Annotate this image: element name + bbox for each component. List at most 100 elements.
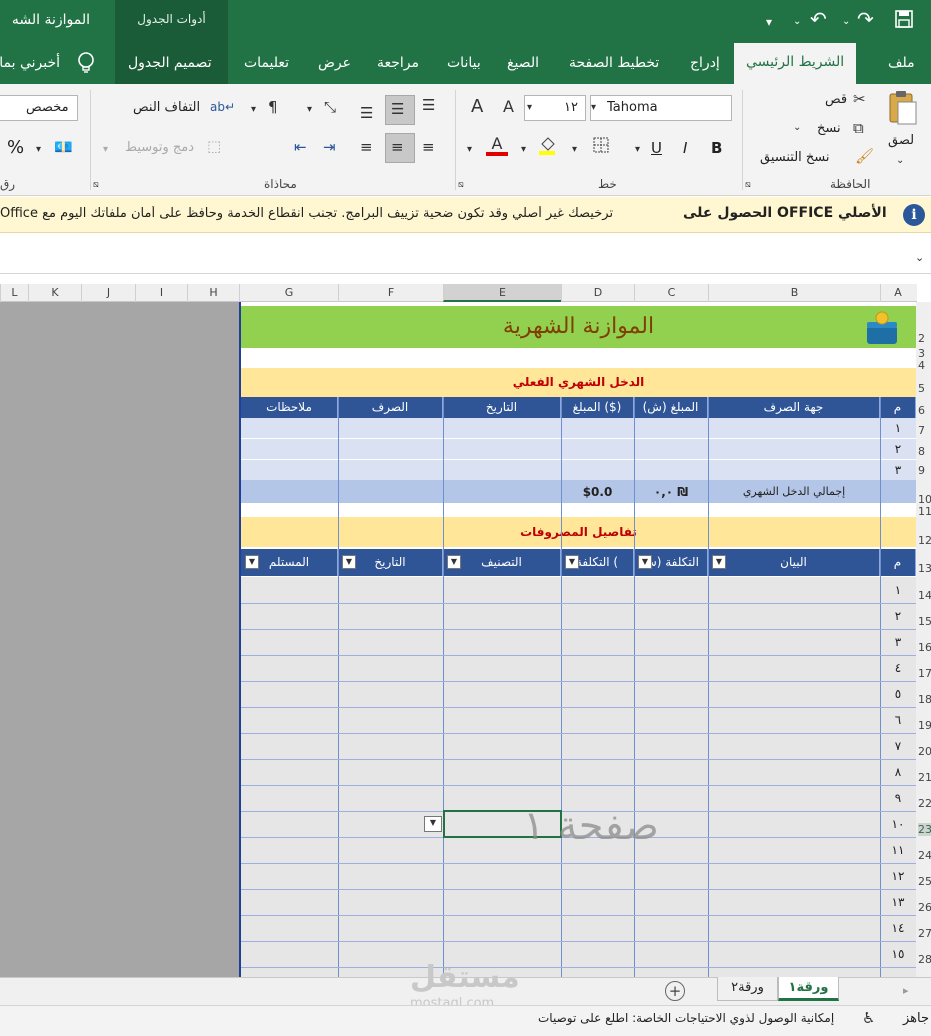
increase-font-icon[interactable]: A xyxy=(471,98,483,116)
copy-icon[interactable]: ⧉ xyxy=(853,119,864,137)
filter-dropdown-icon[interactable]: ▼ xyxy=(638,555,652,569)
borders-dropdown-icon[interactable]: ▾ xyxy=(572,141,577,159)
row-header[interactable]: 20 xyxy=(918,745,931,758)
cut-button[interactable]: قص xyxy=(825,92,847,107)
row-header[interactable]: 24 xyxy=(918,849,931,862)
cell-dropdown-icon[interactable]: ▼ xyxy=(424,816,442,832)
row-header[interactable]: 14 xyxy=(918,589,931,602)
redo-icon[interactable]: ↷ xyxy=(857,9,874,29)
filter-dropdown-icon[interactable]: ▼ xyxy=(565,555,579,569)
accounting-format-icon[interactable]: 💶 xyxy=(54,138,73,156)
filter-dropdown-icon[interactable]: ▼ xyxy=(447,555,461,569)
formula-bar[interactable] xyxy=(0,234,931,274)
col-header-d[interactable]: D xyxy=(561,284,634,302)
col-header-l[interactable]: L xyxy=(0,284,28,302)
col-header-i[interactable]: I xyxy=(135,284,187,302)
row-header[interactable]: 15 xyxy=(918,615,931,628)
font-name-dropdown-icon[interactable]: ▾ xyxy=(591,99,596,117)
filter-dropdown-icon[interactable]: ▼ xyxy=(342,555,356,569)
tab-insert[interactable]: إدراج xyxy=(684,50,726,76)
row-header[interactable]: 22 xyxy=(918,797,931,810)
tab-review[interactable]: مراجعة xyxy=(371,50,425,76)
top-align-icon[interactable]: ☰ xyxy=(422,96,435,114)
income-row[interactable] xyxy=(241,418,916,438)
sheet-tab[interactable]: ورقة٢ xyxy=(717,977,778,1001)
bold-button[interactable]: B xyxy=(711,139,722,157)
clipboard-launcher-icon[interactable]: ⧅ xyxy=(745,176,751,194)
row-header[interactable]: 26 xyxy=(918,901,931,914)
row-header[interactable]: 8 xyxy=(918,445,925,458)
borders-icon[interactable] xyxy=(593,137,609,157)
row-header[interactable]: 13 xyxy=(918,562,931,575)
worksheet-grid[interactable]: الموازنة الشهرية الدخل الشهري الفعلي م ج… xyxy=(239,302,916,977)
save-icon[interactable] xyxy=(895,10,913,33)
accessibility-icon[interactable]: ♿ xyxy=(862,1009,875,1027)
copy-button[interactable]: نسخ xyxy=(817,121,841,136)
tab-page-layout[interactable]: تخطيط الصفحة xyxy=(563,50,665,76)
font-size-dropdown-icon[interactable]: ▾ xyxy=(527,99,532,117)
font-launcher-icon[interactable]: ⧅ xyxy=(458,176,464,194)
scissors-icon[interactable]: ✂ xyxy=(853,90,866,108)
format-painter-icon[interactable]: 🖌 xyxy=(855,147,874,165)
bottom-align-icon[interactable]: ☰ xyxy=(360,104,373,122)
filter-dropdown-icon[interactable]: ▼ xyxy=(712,555,726,569)
tab-data[interactable]: بيانات xyxy=(441,50,487,76)
row-header-selected[interactable]: 23 xyxy=(918,823,931,836)
font-color-dropdown-icon[interactable]: ▾ xyxy=(467,141,472,159)
row-header[interactable]: 28 xyxy=(918,953,931,966)
row-header[interactable]: 7 xyxy=(918,424,925,437)
tab-table-design[interactable]: تصميم الجدول xyxy=(122,50,218,76)
alignment-launcher-icon[interactable]: ⧅ xyxy=(93,176,99,194)
tab-view[interactable]: عرض xyxy=(312,50,357,76)
scroll-tabs-right-icon[interactable]: ▸ xyxy=(903,982,909,1000)
row-header[interactable]: 21 xyxy=(918,771,931,784)
tell-me-search[interactable]: أخبرني بما xyxy=(0,50,66,76)
customize-icon[interactable]: ▾ xyxy=(766,12,772,32)
align-left-icon[interactable]: ≡ xyxy=(360,138,373,156)
direction-dropdown-icon[interactable]: ▾ xyxy=(251,101,256,119)
undo-dropdown-icon[interactable]: ⌄ xyxy=(793,12,801,32)
orientation-dropdown-icon[interactable]: ▾ xyxy=(307,101,312,119)
col-header-a[interactable]: A xyxy=(880,284,915,302)
tab-help[interactable]: تعليمات xyxy=(238,50,295,76)
increase-indent-icon[interactable]: ⇥ xyxy=(323,138,336,156)
tab-home[interactable]: الشريط الرئيسي xyxy=(734,43,857,84)
col-header-b[interactable]: B xyxy=(708,284,880,302)
tab-file[interactable]: ملف xyxy=(882,50,921,76)
paste-icon[interactable] xyxy=(886,90,918,132)
expand-formula-icon[interactable]: ⌄ xyxy=(915,249,924,267)
tab-formulas[interactable]: الصيغ xyxy=(501,50,545,76)
copy-dropdown-icon[interactable]: ⌄ xyxy=(793,119,801,137)
percent-button[interactable]: % xyxy=(7,137,24,158)
income-row[interactable] xyxy=(241,439,916,459)
wrap-text-icon[interactable]: ab↵ xyxy=(210,98,235,116)
row-header[interactable]: 2 xyxy=(918,332,925,345)
row-header[interactable]: 5 xyxy=(918,382,925,395)
row-header[interactable]: 17 xyxy=(918,667,931,680)
col-header-h[interactable]: H xyxy=(187,284,239,302)
row-header[interactable]: 12 xyxy=(918,534,931,547)
undo-icon[interactable]: ↶ xyxy=(810,9,827,29)
decrease-font-icon[interactable]: A xyxy=(503,98,514,116)
fill-color-icon[interactable] xyxy=(538,134,556,160)
col-header-j[interactable]: J xyxy=(81,284,135,302)
row-header[interactable]: 16 xyxy=(918,641,931,654)
col-header-f[interactable]: F xyxy=(338,284,443,302)
col-header-g[interactable]: G xyxy=(239,284,338,302)
col-header-c[interactable]: C xyxy=(634,284,708,302)
font-color-icon[interactable]: A xyxy=(486,134,508,156)
paste-dropdown-icon[interactable]: ⌄ xyxy=(896,152,904,170)
underline-button[interactable]: U xyxy=(651,139,662,157)
sheet-tab-active[interactable]: ورقة١ xyxy=(778,977,839,1001)
decrease-indent-icon[interactable]: ⇤ xyxy=(294,138,307,156)
redo-dropdown-icon[interactable]: ⌄ xyxy=(842,12,850,32)
income-row[interactable] xyxy=(241,460,916,480)
middle-align-icon[interactable]: ☰ xyxy=(391,100,404,118)
orientation-icon[interactable]: ⤡ xyxy=(324,98,336,116)
rtl-direction-icon[interactable]: ¶ xyxy=(268,98,278,116)
col-header-e[interactable]: E xyxy=(443,284,561,302)
accounting-dropdown-icon[interactable]: ▾ xyxy=(36,141,41,159)
col-header-k[interactable]: K xyxy=(28,284,81,302)
row-header[interactable]: 11 xyxy=(918,505,931,518)
row-header[interactable]: 27 xyxy=(918,927,931,940)
